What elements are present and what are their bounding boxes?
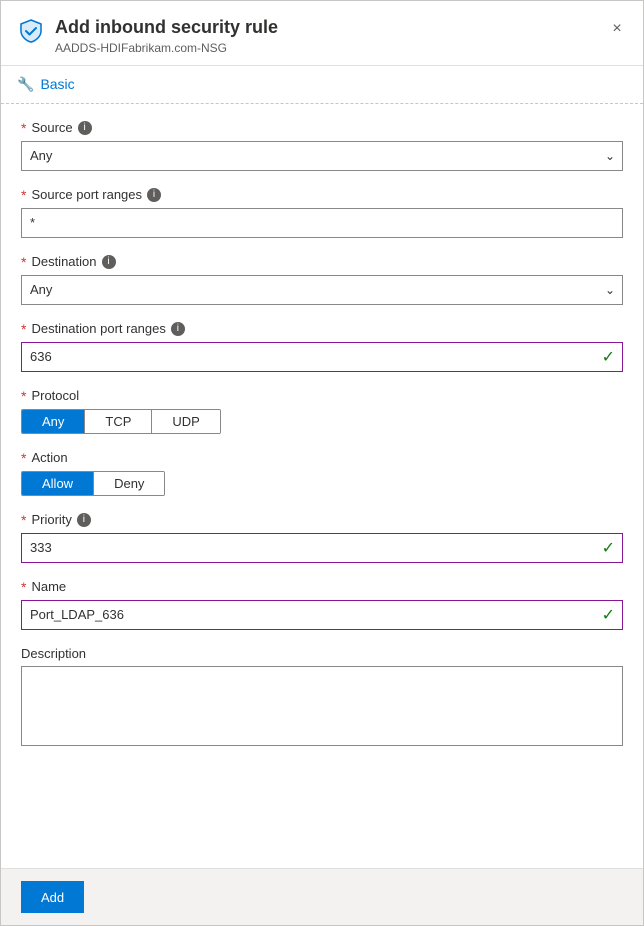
add-inbound-security-rule-dialog: Add inbound security rule AADDS-HDIFabri… — [0, 0, 644, 926]
protocol-label: * Protocol — [21, 388, 623, 404]
destination-port-validated-wrapper: ✓ — [21, 342, 623, 372]
dialog-header: Add inbound security rule AADDS-HDIFabri… — [1, 1, 643, 66]
add-button[interactable]: Add — [21, 881, 84, 913]
description-label-text: Description — [21, 646, 86, 661]
source-select-wrapper: Any IP Addresses Service Tag Application… — [21, 141, 623, 171]
protocol-toggle-group: Any TCP UDP — [21, 409, 221, 434]
description-field: Description — [21, 646, 623, 749]
action-required-star: * — [21, 450, 26, 466]
action-label: * Action — [21, 450, 623, 466]
source-port-ranges-input[interactable] — [21, 208, 623, 238]
source-required-star: * — [21, 120, 26, 136]
destination-port-ranges-input[interactable] — [21, 342, 623, 372]
section-label: 🔧 Basic — [17, 76, 627, 93]
name-label: * Name — [21, 579, 623, 595]
source-select[interactable]: Any IP Addresses Service Tag Application… — [21, 141, 623, 171]
action-deny-button[interactable]: Deny — [94, 472, 164, 495]
protocol-any-button[interactable]: Any — [22, 410, 85, 433]
priority-field: * Priority i ✓ — [21, 512, 623, 563]
close-button[interactable]: × — [603, 15, 631, 43]
source-field: * Source i Any IP Addresses Service Tag … — [21, 120, 623, 171]
destination-port-info-icon: i — [171, 322, 185, 336]
protocol-tcp-button[interactable]: TCP — [85, 410, 152, 433]
section-header: 🔧 Basic — [1, 66, 643, 104]
name-label-text: Name — [31, 579, 66, 594]
priority-label: * Priority i — [21, 512, 623, 528]
destination-info-icon: i — [102, 255, 116, 269]
priority-validated-wrapper: ✓ — [21, 533, 623, 563]
protocol-udp-button[interactable]: UDP — [152, 410, 219, 433]
dialog-footer: Add — [1, 868, 643, 925]
source-label: * Source i — [21, 120, 623, 136]
destination-select[interactable]: Any IP Addresses Service Tag Application… — [21, 275, 623, 305]
destination-field: * Destination i Any IP Addresses Service… — [21, 254, 623, 305]
header-text: Add inbound security rule AADDS-HDIFabri… — [55, 17, 278, 55]
name-input[interactable] — [21, 600, 623, 630]
action-field: * Action Allow Deny — [21, 450, 623, 496]
source-port-ranges-field: * Source port ranges i — [21, 187, 623, 238]
source-port-ranges-label: * Source port ranges i — [21, 187, 623, 203]
destination-port-label-text: Destination port ranges — [31, 321, 165, 336]
description-textarea[interactable] — [21, 666, 623, 746]
destination-label: * Destination i — [21, 254, 623, 270]
dialog-subtitle: AADDS-HDIFabrikam.com-NSG — [55, 41, 278, 55]
priority-label-text: Priority — [31, 512, 71, 527]
protocol-required-star: * — [21, 388, 26, 404]
source-label-text: Source — [31, 120, 72, 135]
source-port-required-star: * — [21, 187, 26, 203]
action-allow-button[interactable]: Allow — [22, 472, 94, 495]
source-port-label-text: Source port ranges — [31, 187, 142, 202]
priority-info-icon: i — [77, 513, 91, 527]
priority-input[interactable] — [21, 533, 623, 563]
source-port-info-icon: i — [147, 188, 161, 202]
destination-port-ranges-label: * Destination port ranges i — [21, 321, 623, 337]
priority-required-star: * — [21, 512, 26, 528]
action-toggle-group: Allow Deny — [21, 471, 165, 496]
wrench-icon: 🔧 — [17, 76, 34, 93]
action-label-text: Action — [31, 450, 67, 465]
shield-icon — [17, 17, 45, 45]
destination-label-text: Destination — [31, 254, 96, 269]
protocol-field: * Protocol Any TCP UDP — [21, 388, 623, 434]
name-required-star: * — [21, 579, 26, 595]
name-field: * Name ✓ — [21, 579, 623, 630]
destination-required-star: * — [21, 254, 26, 270]
destination-port-ranges-field: * Destination port ranges i ✓ — [21, 321, 623, 372]
section-label-text: Basic — [40, 76, 74, 92]
destination-port-required-star: * — [21, 321, 26, 337]
form-body: * Source i Any IP Addresses Service Tag … — [1, 104, 643, 868]
description-label: Description — [21, 646, 623, 661]
dialog-title: Add inbound security rule — [55, 17, 278, 39]
protocol-label-text: Protocol — [31, 388, 79, 403]
source-info-icon: i — [78, 121, 92, 135]
destination-select-wrapper: Any IP Addresses Service Tag Application… — [21, 275, 623, 305]
name-validated-wrapper: ✓ — [21, 600, 623, 630]
